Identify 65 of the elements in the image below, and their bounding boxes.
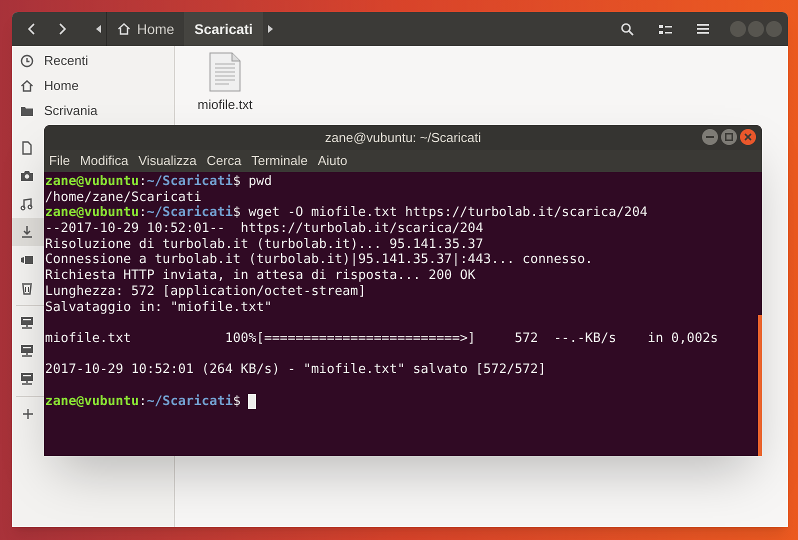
- prompt-path: ~/Scaricati: [146, 174, 233, 190]
- plus-icon: [23, 409, 33, 419]
- list-view-icon: [658, 24, 672, 34]
- file-item[interactable]: miofile.txt: [189, 52, 261, 114]
- menu-item[interactable]: Terminale: [250, 151, 309, 171]
- output-text: Lunghezza: 572 [application/octet-stream]: [45, 284, 366, 300]
- prompt-user: zane@vubuntu: [45, 205, 139, 222]
- output-text: /home/zane/Scaricati: [45, 190, 202, 205]
- output-text: --2017-10-29 10:52:01-- https://turbolab.it/scarica/204: [45, 221, 484, 237]
- window-title: zane@vubuntu: ~/Scaricati: [325, 128, 481, 147]
- menu-item[interactable]: Modifica: [78, 151, 130, 171]
- path-button[interactable]: Scaricati: [184, 12, 263, 46]
- sidebar-item[interactable]: Scrivania: [12, 98, 174, 123]
- minimize-button[interactable]: [702, 129, 718, 145]
- scrollbar[interactable]: [758, 315, 762, 456]
- menu-item[interactable]: Aiuto: [316, 151, 348, 171]
- back-icon: [28, 23, 36, 35]
- prompt-separator: :: [138, 394, 147, 410]
- clock-icon: [20, 54, 34, 68]
- output-text: Risoluzione di turbolab.it (turbolab.it)... 95.141.35.37: [45, 236, 484, 252]
- home-icon: [20, 78, 34, 92]
- output-text: Connessione a turbolab.it (turbolab.it)|95.141.35.37|:443... connesso.: [45, 252, 593, 268]
- home-icon: [117, 22, 131, 36]
- menu-icon: [697, 24, 709, 34]
- prompt-symbol: $: [232, 205, 241, 222]
- command-text: wget -O miofile.txt https://turbolab.it/scarica/204: [248, 205, 648, 222]
- close-icon: [744, 133, 752, 141]
- sidebar-item[interactable]: Home: [12, 73, 174, 98]
- sidebar-item[interactable]: [12, 218, 44, 246]
- close-button[interactable]: [740, 129, 756, 145]
- trash-icon: [20, 281, 34, 295]
- prompt-path: ~/Scaricati: [146, 394, 233, 410]
- forward-icon: [58, 23, 66, 35]
- text-file-icon: [209, 52, 241, 92]
- prompt-user: zane@vubuntu: [45, 394, 139, 410]
- right-triangle-icon: [268, 25, 274, 33]
- output-text: Richiesta HTTP inviata, in attesa di risposta... 200 OK: [45, 268, 476, 284]
- document-icon: [20, 141, 34, 155]
- prompt-separator: :: [138, 174, 147, 190]
- output-text: 2017-10-29 10:52:01 (264 KB/s) - "miofile.txt" salvato [572/572]: [45, 362, 546, 378]
- output-text: Salvataggio in: "miofile.txt": [45, 300, 272, 316]
- prompt-symbol: $: [232, 394, 241, 410]
- video-icon: [20, 253, 34, 267]
- prompt-user: zane@vubuntu: [45, 174, 139, 190]
- network-drive-icon: [20, 316, 34, 330]
- prompt-path: ~/Scaricati: [146, 205, 233, 222]
- left-triangle-icon: [96, 25, 100, 33]
- sidebar-item[interactable]: Recenti: [12, 48, 174, 73]
- download-icon: [20, 225, 34, 239]
- maximize-button[interactable]: [721, 129, 737, 145]
- command-text: pwd: [248, 174, 272, 190]
- output-text: miofile.txt 100%[=========================>] 572 --.-KB/s in 0,002s: [45, 330, 718, 347]
- music-note-icon: [20, 197, 34, 211]
- path-button[interactable]: Home: [107, 12, 184, 46]
- menu-item[interactable]: Cerca: [206, 151, 242, 171]
- prompt-symbol: $: [232, 174, 241, 190]
- menu-item[interactable]: Visualizza: [137, 151, 198, 171]
- camera-icon: [20, 169, 34, 183]
- network-drive-icon: [20, 372, 34, 386]
- minimize-icon: [706, 136, 714, 138]
- prompt-separator: :: [138, 205, 147, 222]
- menu-item[interactable]: File: [48, 151, 71, 171]
- network-drive-icon: [20, 344, 34, 358]
- search-icon: [620, 22, 634, 36]
- maximize-icon: [725, 133, 733, 141]
